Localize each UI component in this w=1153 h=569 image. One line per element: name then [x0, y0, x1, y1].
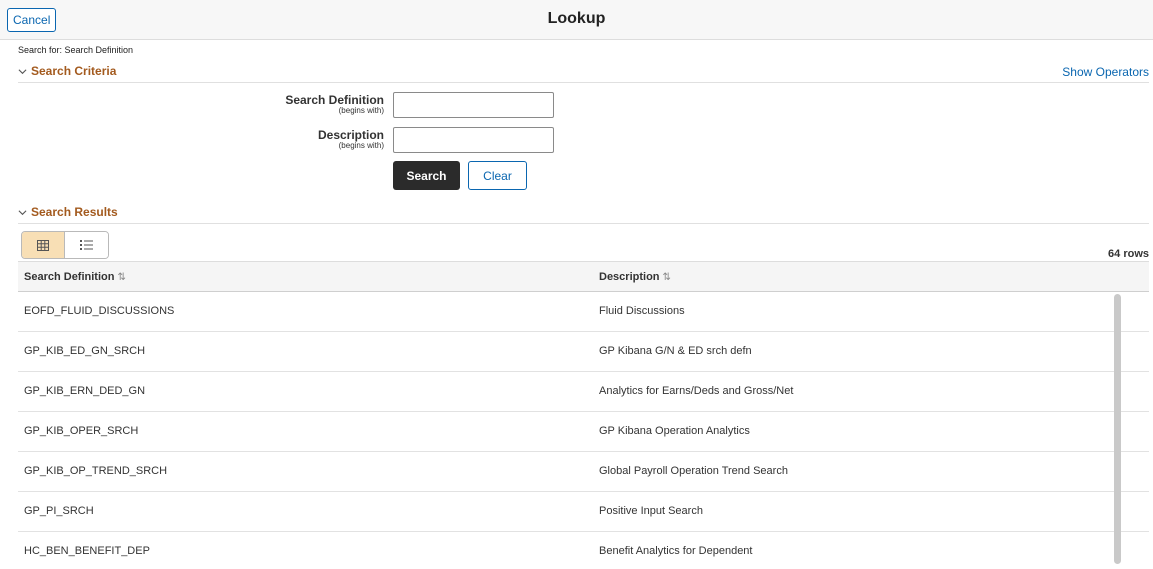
- search-criteria-toggle[interactable]: Search Criteria: [18, 64, 116, 78]
- cell-search-definition: GP_KIB_ED_GN_SRCH: [24, 345, 146, 357]
- show-operators-link[interactable]: Show Operators: [1062, 65, 1149, 79]
- row-count: 64 rows: [1108, 248, 1149, 260]
- cell-description: Analytics for Earns/Deds and Gross/Net: [599, 385, 794, 397]
- grid-view-button[interactable]: [22, 232, 65, 258]
- search-definition-operator: (begins with): [338, 106, 384, 115]
- view-toggle: [21, 231, 109, 259]
- column-header-label: Description: [599, 271, 660, 283]
- column-header-search-definition[interactable]: Search Definition ⇅: [24, 271, 126, 283]
- page-title: Lookup: [547, 10, 606, 27]
- table-header: Search Definition ⇅ Description ⇅: [18, 261, 1149, 292]
- description-operator: (begins with): [338, 141, 384, 150]
- divider: [18, 82, 1149, 83]
- table-row[interactable]: EOFD_FLUID_DISCUSSIONS Fluid Discussions: [18, 292, 1149, 332]
- table-row[interactable]: HC_BEN_BENEFIT_DEP Benefit Analytics for…: [18, 532, 1149, 569]
- sort-icon: ⇅: [662, 272, 671, 283]
- table-row[interactable]: GP_KIB_ERN_DED_GN Analytics for Earns/De…: [18, 372, 1149, 412]
- column-header-label: Search Definition: [24, 271, 115, 283]
- clear-button[interactable]: Clear: [468, 161, 527, 190]
- search-definition-input[interactable]: [393, 92, 554, 118]
- table-row[interactable]: GP_PI_SRCH Positive Input Search: [18, 492, 1149, 532]
- cell-search-definition: GP_PI_SRCH: [24, 505, 94, 517]
- chevron-down-icon: [18, 68, 27, 74]
- scrollbar[interactable]: [1114, 294, 1121, 564]
- table-row[interactable]: GP_KIB_OPER_SRCH GP Kibana Operation Ana…: [18, 412, 1149, 452]
- cell-description: Global Payroll Operation Trend Search: [599, 465, 788, 477]
- search-for-label: Search for: Search Definition: [18, 45, 134, 55]
- search-definition-label: Search Definition (begins with): [164, 93, 384, 115]
- cell-description: Benefit Analytics for Dependent: [599, 545, 753, 557]
- table-row[interactable]: GP_KIB_OP_TREND_SRCH Global Payroll Oper…: [18, 452, 1149, 492]
- column-header-description[interactable]: Description ⇅: [599, 271, 671, 283]
- description-label: Description (begins with): [164, 128, 384, 150]
- cell-description: Fluid Discussions: [599, 305, 685, 317]
- search-criteria-heading: Search Criteria: [31, 64, 117, 78]
- cell-description: Positive Input Search: [599, 505, 703, 517]
- cell-search-definition: GP_KIB_OP_TREND_SRCH: [24, 465, 168, 477]
- search-button[interactable]: Search: [393, 161, 460, 190]
- grid-view-icon: [37, 239, 49, 251]
- list-view-button[interactable]: [65, 232, 108, 258]
- cell-search-definition: GP_KIB_ERN_DED_GN: [24, 385, 146, 397]
- sort-icon: ⇅: [117, 272, 126, 283]
- cell-search-definition: GP_KIB_OPER_SRCH: [24, 425, 139, 437]
- table-row[interactable]: GP_KIB_ED_GN_SRCH GP Kibana G/N & ED src…: [18, 332, 1149, 372]
- cell-description: GP Kibana G/N & ED srch defn: [599, 345, 752, 357]
- cell-search-definition: HC_BEN_BENEFIT_DEP: [24, 545, 150, 557]
- search-results-toggle[interactable]: Search Results: [18, 205, 118, 219]
- description-input[interactable]: [393, 127, 554, 153]
- cell-description: GP Kibana Operation Analytics: [599, 425, 750, 437]
- description-label-text: Description: [317, 128, 384, 142]
- list-view-icon: [80, 240, 93, 250]
- divider: [18, 223, 1149, 224]
- chevron-down-icon: [18, 209, 27, 215]
- search-definition-label-text: Search Definition: [285, 93, 384, 107]
- cell-search-definition: EOFD_FLUID_DISCUSSIONS: [24, 305, 175, 317]
- title-bar: Cancel Lookup: [0, 0, 1153, 40]
- results-table: Search Definition ⇅ Description ⇅ EOFD_FLU…: [18, 261, 1149, 569]
- search-results-heading: Search Results: [31, 205, 118, 219]
